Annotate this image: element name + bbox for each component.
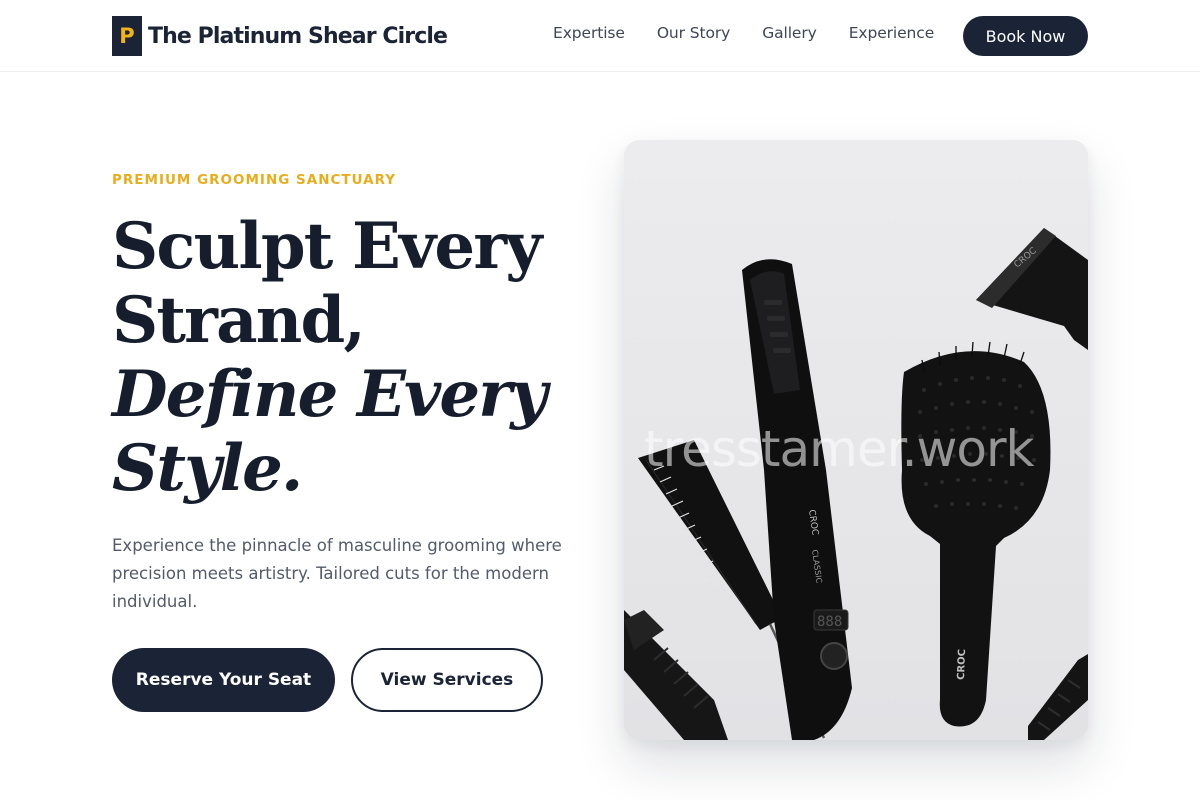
site-header: P The Platinum Shear Circle Expertise Ou… xyxy=(0,0,1200,72)
iron-display: 888 xyxy=(817,614,842,630)
headline-line-4: Style. xyxy=(112,431,303,506)
book-now-button[interactable]: Book Now xyxy=(963,16,1088,56)
brand-mark-brush: CROC xyxy=(956,649,968,680)
view-services-button[interactable]: View Services xyxy=(351,648,543,712)
headline-line-3: Define Every xyxy=(112,357,547,432)
logo-mark: P xyxy=(112,16,142,56)
hero-headline: Sculpt Every Strand, Define Every Style. xyxy=(112,210,592,506)
main-nav: Expertise Our Story Gallery Experience xyxy=(553,24,966,42)
nav-link-experience[interactable]: Experience xyxy=(849,24,935,42)
grooming-tools-illustration: CROC 888 CROC CLASSIC CROC xyxy=(624,140,1088,740)
hero-image: CROC 888 CROC CLASSIC CROC tresstamer.wo… xyxy=(624,140,1088,740)
hero-description: Experience the pinnacle of masculine gro… xyxy=(112,536,562,611)
reserve-seat-button[interactable]: Reserve Your Seat xyxy=(112,648,335,712)
brand-name: The Platinum Shear Circle xyxy=(148,23,448,49)
hero-eyebrow: PREMIUM GROOMING SANCTUARY xyxy=(112,172,397,188)
nav-link-our-story[interactable]: Our Story xyxy=(657,24,730,42)
headline-line-1: Sculpt Every xyxy=(112,209,542,284)
nav-link-gallery[interactable]: Gallery xyxy=(762,24,817,42)
nav-link-expertise[interactable]: Expertise xyxy=(553,24,625,42)
headline-line-2: Strand, xyxy=(112,283,366,358)
logo[interactable]: P The Platinum Shear Circle xyxy=(112,16,448,56)
